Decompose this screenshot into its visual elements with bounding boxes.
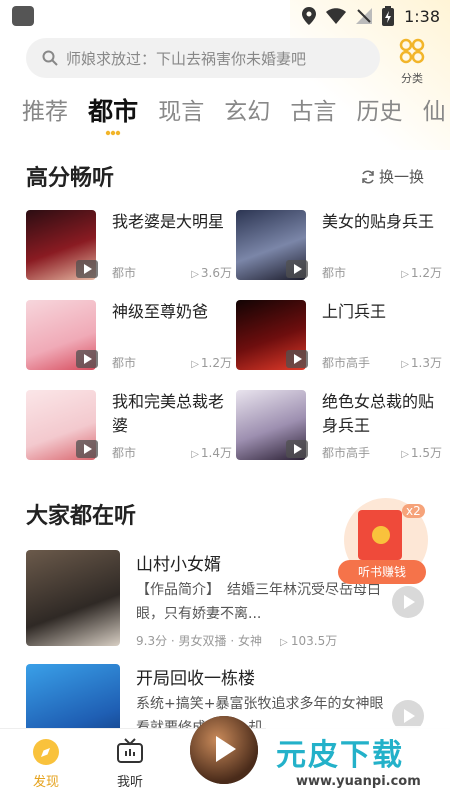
nav-discover[interactable]: 发现 xyxy=(16,737,76,790)
category-button[interactable]: 分类 xyxy=(392,38,432,85)
multiplier-badge: x2 xyxy=(402,504,425,518)
play-count: 103.5万 xyxy=(280,634,337,648)
play-icon xyxy=(216,736,236,762)
app-notification-icon xyxy=(12,6,34,26)
tab-xianxia[interactable]: 仙 xyxy=(423,92,446,126)
category-tabs: 推荐 都市 现言 玄幻 古言 历史 仙 xyxy=(22,92,450,140)
book-card[interactable]: 我和完美总裁老婆 都市 1.4万 xyxy=(26,390,232,464)
play-count: 1.2万 xyxy=(191,354,232,371)
book-title: 我和完美总裁老婆 xyxy=(112,392,225,435)
nav-listened-label: 我听 xyxy=(116,775,143,790)
section-title-high-score: 高分畅听 xyxy=(26,166,115,191)
tab-urban-label: 都市 xyxy=(88,97,139,126)
play-icon xyxy=(76,350,98,368)
book-tag: 都市 xyxy=(112,266,137,280)
book-meta: 9.3分 · 男女双播 · 女神 xyxy=(136,634,262,648)
book-tag: 都市高手 xyxy=(322,356,371,370)
book-card[interactable]: 绝色女总裁的贴身兵王 都市高手 1.5万 xyxy=(236,390,442,464)
book-title: 绝色女总裁的贴身兵王 xyxy=(322,392,435,435)
book-title: 神级至尊奶爸 xyxy=(112,302,209,321)
watermark-url: www.yuanpi.com xyxy=(296,774,421,789)
active-tab-indicator xyxy=(105,130,121,136)
play-icon xyxy=(286,440,308,458)
status-bar: 1:38 xyxy=(0,0,450,32)
location-icon xyxy=(302,7,317,25)
play-count: 1.2万 xyxy=(401,264,442,281)
search-placeholder: 师娘求放过：下山去祸害你未婚妻吧 xyxy=(66,49,307,68)
play-count: 1.4万 xyxy=(191,444,232,461)
book-title: 开局回收一栋楼 xyxy=(136,669,255,689)
book-title: 山村小女婿 xyxy=(136,555,221,575)
grid-category-icon xyxy=(399,38,425,64)
section-title-everyone: 大家都在听 xyxy=(26,504,137,529)
play-button[interactable] xyxy=(392,586,424,618)
tab-fantasy[interactable]: 玄幻 xyxy=(224,92,270,126)
book-card[interactable]: 神级至尊奶爸 都市 1.2万 xyxy=(26,300,232,374)
clock: 1:38 xyxy=(404,6,440,26)
now-playing-button[interactable] xyxy=(190,716,258,784)
play-icon xyxy=(286,350,308,368)
compass-icon xyxy=(33,739,59,765)
watermark: 元皮下载 www.yuanpi.com xyxy=(266,726,450,800)
book-tag: 都市 xyxy=(322,266,347,280)
tab-modern-romance[interactable]: 现言 xyxy=(158,92,204,126)
tab-recommend[interactable]: 推荐 xyxy=(22,92,68,126)
tab-ancient-romance[interactable]: 古言 xyxy=(290,92,336,126)
tab-urban[interactable]: 都市 xyxy=(88,92,139,136)
play-count: 3.6万 xyxy=(191,264,232,281)
nav-listened[interactable]: 我听 xyxy=(100,737,160,790)
book-card[interactable]: 美女的贴身兵王 都市 1.2万 xyxy=(236,210,442,284)
refresh-icon xyxy=(362,169,374,184)
book-title: 美女的贴身兵王 xyxy=(322,212,435,231)
refresh-label: 换一换 xyxy=(378,168,424,186)
refresh-button[interactable]: 换一换 xyxy=(361,166,424,187)
book-cover xyxy=(26,550,120,646)
book-card[interactable]: 上门兵王 都市高手 1.3万 xyxy=(236,300,442,374)
play-icon xyxy=(286,260,308,278)
no-signal-icon xyxy=(356,8,373,24)
play-count: 1.3万 xyxy=(401,354,442,371)
play-icon xyxy=(76,260,98,278)
search-icon xyxy=(42,50,58,66)
wifi-icon xyxy=(326,8,347,24)
earn-label: 听书赚钱 xyxy=(338,560,426,584)
earn-by-listening-widget[interactable]: x2 听书赚钱 xyxy=(338,498,428,590)
book-tag: 都市 xyxy=(112,356,137,370)
tab-history[interactable]: 历史 xyxy=(356,92,402,126)
category-label: 分类 xyxy=(401,72,423,85)
book-card[interactable]: 我老婆是大明星 都市 3.6万 xyxy=(26,210,232,284)
play-icon xyxy=(76,440,98,458)
book-title: 上门兵王 xyxy=(322,302,387,321)
book-tag: 都市高手 xyxy=(322,446,371,460)
watermark-text: 元皮下载 xyxy=(276,738,404,773)
tv-icon xyxy=(117,738,143,763)
book-tag: 都市 xyxy=(112,446,137,460)
battery-charging-icon xyxy=(382,6,395,26)
book-title: 我老婆是大明星 xyxy=(112,212,225,231)
search-bar[interactable]: 师娘求放过：下山去祸害你未婚妻吧 xyxy=(26,38,380,78)
coin-icon xyxy=(372,526,390,544)
nav-discover-label: 发现 xyxy=(32,775,59,790)
play-count: 1.5万 xyxy=(401,444,442,461)
